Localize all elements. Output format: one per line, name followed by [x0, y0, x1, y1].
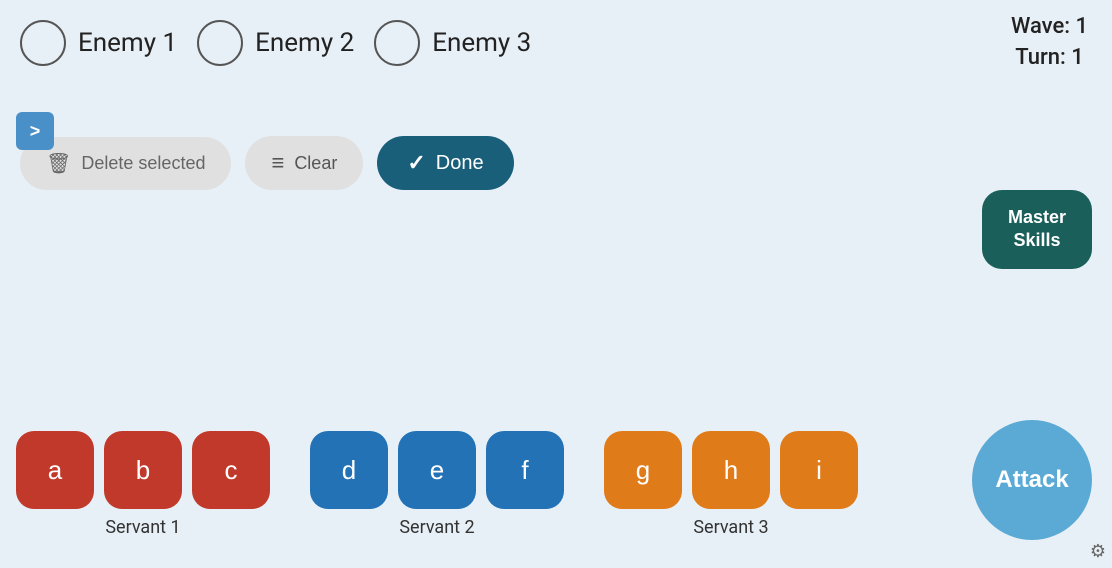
- enemy-label-enemy-2: Enemy 2: [255, 28, 354, 58]
- wave-info: Wave: 1 Turn: 1: [1011, 12, 1088, 74]
- card-card-i[interactable]: i: [780, 431, 858, 509]
- card-card-e[interactable]: e: [398, 431, 476, 509]
- action-bar: Delete selected Clear Done: [0, 136, 1112, 190]
- attack-label: Attack: [995, 466, 1068, 493]
- check-icon: [407, 150, 425, 176]
- clear-button[interactable]: Clear: [245, 136, 363, 190]
- enemy-item-enemy-1[interactable]: Enemy 1: [20, 20, 177, 66]
- trash-icon: [46, 151, 71, 176]
- enemy-bar: Enemy 1 Enemy 2 Enemy 3: [0, 0, 1112, 76]
- done-label: Done: [436, 152, 484, 175]
- enemy-circle-enemy-1: [20, 20, 66, 66]
- servant-cards-servant-2: def: [310, 431, 564, 509]
- card-card-a[interactable]: a: [16, 431, 94, 509]
- card-card-c[interactable]: c: [192, 431, 270, 509]
- enemy-circle-enemy-3: [374, 20, 420, 66]
- enemy-circle-enemy-2: [197, 20, 243, 66]
- card-card-f[interactable]: f: [486, 431, 564, 509]
- enemy-label-enemy-1: Enemy 1: [78, 28, 177, 58]
- chevron-button[interactable]: >: [16, 112, 54, 150]
- menu-icon: [271, 150, 284, 176]
- clear-label: Clear: [294, 153, 337, 174]
- wave-label: Wave: 1: [1011, 12, 1088, 43]
- card-card-d[interactable]: d: [310, 431, 388, 509]
- turn-label: Turn: 1: [1011, 43, 1088, 74]
- card-card-g[interactable]: g: [604, 431, 682, 509]
- servant-cards-servant-1: abc: [16, 431, 270, 509]
- card-card-b[interactable]: b: [104, 431, 182, 509]
- servant-name-servant-3: Servant 3: [693, 517, 768, 538]
- enemy-label-enemy-3: Enemy 3: [432, 28, 531, 58]
- servant-group-servant-2: def Servant 2: [310, 431, 564, 538]
- attack-button[interactable]: Attack: [972, 420, 1092, 540]
- card-card-h[interactable]: h: [692, 431, 770, 509]
- servant-group-servant-1: abc Servant 1: [16, 431, 270, 538]
- settings-icon: ⚙: [1090, 541, 1106, 562]
- servants-section: abc Servant 1 def Servant 2 ghi Servant 3: [16, 431, 1096, 538]
- servant-name-servant-1: Servant 1: [105, 517, 180, 538]
- servant-name-servant-2: Servant 2: [399, 517, 474, 538]
- enemy-item-enemy-2[interactable]: Enemy 2: [197, 20, 354, 66]
- servant-cards-servant-3: ghi: [604, 431, 858, 509]
- servant-group-servant-3: ghi Servant 3: [604, 431, 858, 538]
- done-button[interactable]: Done: [377, 136, 513, 190]
- delete-label: Delete selected: [81, 153, 205, 174]
- master-skills-button[interactable]: MasterSkills: [982, 190, 1092, 269]
- enemy-item-enemy-3[interactable]: Enemy 3: [374, 20, 531, 66]
- chevron-icon: >: [30, 121, 41, 142]
